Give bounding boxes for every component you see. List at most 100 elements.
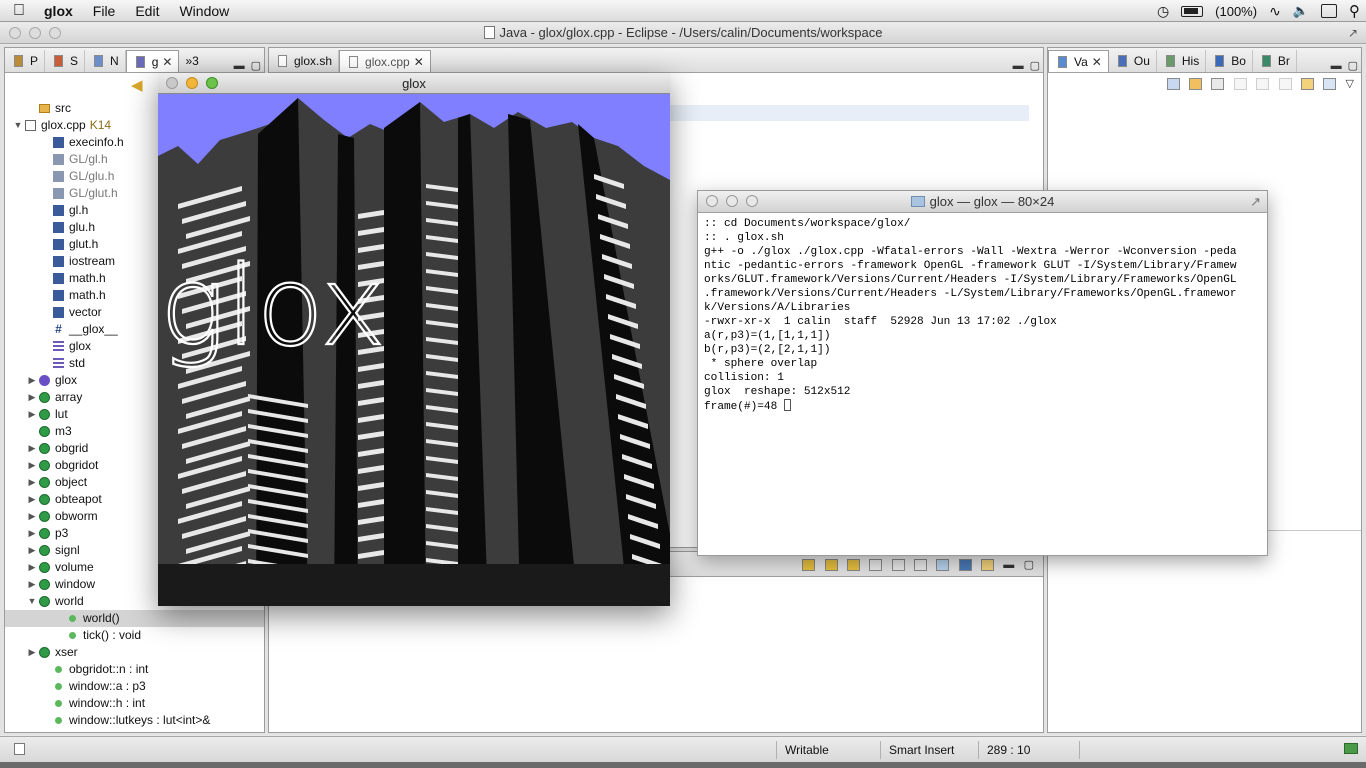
terminal-title-bar[interactable]: glox — glox — 80×24 ↗ <box>698 191 1267 213</box>
scroll-up-icon[interactable] <box>824 558 838 571</box>
terminal-minimize-button[interactable] <box>726 195 738 207</box>
show-logical-structure-icon[interactable] <box>1189 77 1203 90</box>
glox-close-button[interactable] <box>166 77 178 89</box>
tab-glox-sh[interactable]: glox.sh <box>269 50 340 72</box>
expanded-twisty-icon[interactable]: ▼ <box>11 117 25 134</box>
collapsed-twisty-icon[interactable]: ▶ <box>25 542 39 559</box>
sync-icon[interactable] <box>846 558 860 571</box>
collapsed-twisty-icon[interactable]: ▶ <box>25 440 39 457</box>
minimize-window-button[interactable] <box>29 27 41 39</box>
collapsed-twisty-icon[interactable]: ▶ <box>25 457 39 474</box>
define-icon: # <box>55 322 62 336</box>
input-menu-icon[interactable] <box>1321 4 1337 18</box>
back-arrow-icon[interactable]: ◀ <box>131 76 143 94</box>
collapsed-twisty-icon[interactable]: ▶ <box>25 508 39 525</box>
close-icon[interactable]: ✕ <box>1092 55 1102 69</box>
tab-search[interactable]: S <box>45 50 86 72</box>
opengl-viewport[interactable]: glox <box>158 94 670 606</box>
tab-outline[interactable]: g ✕ <box>125 50 180 72</box>
collapsed-twisty-icon[interactable]: ▶ <box>25 525 39 542</box>
show-type-names-icon[interactable] <box>1166 77 1180 90</box>
layout-icon[interactable] <box>869 558 883 571</box>
maximize-view-icon[interactable]: ▢ <box>1345 59 1361 72</box>
new-expression-icon[interactable] <box>1300 77 1314 90</box>
lock-icon[interactable] <box>891 558 905 571</box>
collapsed-twisty-icon[interactable]: ▶ <box>25 644 39 661</box>
glox-window[interactable]: glox glox <box>158 73 670 606</box>
terminal-line: g++ -o ./glox ./glox.cpp -Wfatal-errors … <box>704 246 1237 258</box>
view-menu-icon[interactable]: ▽ <box>1343 78 1357 90</box>
maximize-view-icon[interactable]: ▢ <box>248 59 264 72</box>
outline-tree-item[interactable]: window::a : p3 <box>11 678 264 695</box>
time-machine-icon[interactable]: ◷ <box>1157 3 1169 20</box>
display-console-icon[interactable] <box>958 558 972 571</box>
tab-breakpoints[interactable]: Br <box>1253 50 1297 72</box>
battery-icon[interactable] <box>1181 5 1204 17</box>
outline-tree-item[interactable]: world() <box>5 610 264 627</box>
collapsed-twisty-icon[interactable]: ▶ <box>25 372 39 389</box>
close-window-button[interactable] <box>9 27 21 39</box>
bookmarks-icon <box>1215 55 1225 67</box>
close-icon[interactable]: ✕ <box>414 55 424 69</box>
expanded-twisty-icon[interactable]: ▼ <box>25 593 39 610</box>
minimize-view-icon[interactable]: ▬ <box>1010 60 1027 72</box>
spotlight-search-icon[interactable]: ⚲ <box>1349 2 1360 20</box>
collapsed-twisty-icon[interactable]: ▶ <box>25 389 39 406</box>
zoom-window-button[interactable] <box>49 27 61 39</box>
fast-view-icon[interactable] <box>14 743 25 755</box>
namespace-icon <box>53 358 64 369</box>
wifi-icon[interactable]: ∿ <box>1269 3 1281 20</box>
apple-menu-icon[interactable]:  <box>0 2 38 20</box>
tab-label: Bo <box>1231 54 1246 68</box>
collapsed-twisty-icon[interactable]: ▶ <box>25 491 39 508</box>
glox-title-bar[interactable]: glox <box>158 73 670 94</box>
outline-tree-item[interactable]: ▶ xser <box>11 644 264 661</box>
volume-icon[interactable]: 🔈 <box>1293 3 1309 19</box>
new-console-icon[interactable] <box>980 558 994 571</box>
minimize-view-icon[interactable]: ▬ <box>1328 60 1345 72</box>
outline-tree-item[interactable]: window::h : int <box>11 695 264 712</box>
outline-tree-item[interactable]: tick() : void <box>11 627 264 644</box>
status-insert-mode: Smart Insert <box>880 741 954 759</box>
outline-tree-item[interactable]: window::lutkeys : lut<int>& <box>11 712 264 729</box>
close-icon[interactable]: ✕ <box>162 55 172 69</box>
tab-variables[interactable]: Va ✕ <box>1048 50 1109 72</box>
maximize-view-icon[interactable]: ▢ <box>1021 559 1037 571</box>
collapsed-twisty-icon[interactable]: ▶ <box>25 474 39 491</box>
collapsed-twisty-icon[interactable]: ▶ <box>25 406 39 423</box>
pin-icon[interactable] <box>936 558 950 571</box>
tab-history[interactable]: His <box>1157 50 1207 72</box>
menu-file[interactable]: File <box>83 3 126 19</box>
terminal-close-button[interactable] <box>706 195 718 207</box>
menu-window[interactable]: Window <box>169 3 239 19</box>
tab-project[interactable]: P <box>5 50 46 72</box>
menu-app-name[interactable]: glox <box>38 3 83 19</box>
outline-icon <box>135 55 145 68</box>
class-icon <box>39 460 50 471</box>
terminal-zoom-button[interactable] <box>746 195 758 207</box>
glox-minimize-button[interactable] <box>186 77 198 89</box>
scroll-down-icon[interactable] <box>802 558 816 571</box>
collapse-all-icon[interactable] <box>1211 77 1225 90</box>
open-icon[interactable] <box>1323 77 1337 90</box>
tab-outline-view[interactable]: Ou <box>1109 50 1157 72</box>
clear-icon[interactable] <box>913 558 927 571</box>
battery-percent[interactable]: (100%) <box>1215 4 1257 19</box>
collapsed-twisty-icon[interactable]: ▶ <box>25 576 39 593</box>
tab-bookmarks[interactable]: Bo <box>1206 50 1253 72</box>
progress-view-icon[interactable] <box>1344 743 1358 754</box>
terminal-output[interactable]: :: cd Documents/workspace/glox/ :: . glo… <box>698 213 1267 418</box>
tab-overflow[interactable]: »3 <box>179 50 204 72</box>
tab-glox-cpp[interactable]: glox.cpp ✕ <box>339 50 431 72</box>
minimize-view-icon[interactable]: ▬ <box>231 60 248 72</box>
maximize-view-icon[interactable]: ▢ <box>1027 59 1043 72</box>
glox-zoom-button[interactable] <box>206 77 218 89</box>
fullscreen-icon[interactable]: ↗ <box>1348 22 1358 44</box>
outline-tree-item[interactable]: obgridot::n : int <box>11 661 264 678</box>
minimize-view-icon[interactable]: ▬ <box>1000 559 1017 571</box>
collapsed-twisty-icon[interactable]: ▶ <box>25 559 39 576</box>
fullscreen-icon[interactable]: ↗ <box>1250 191 1261 213</box>
menu-edit[interactable]: Edit <box>125 3 169 19</box>
tab-navigator[interactable]: N <box>85 50 126 72</box>
terminal-window[interactable]: glox — glox — 80×24 ↗ :: cd Documents/wo… <box>697 190 1268 556</box>
